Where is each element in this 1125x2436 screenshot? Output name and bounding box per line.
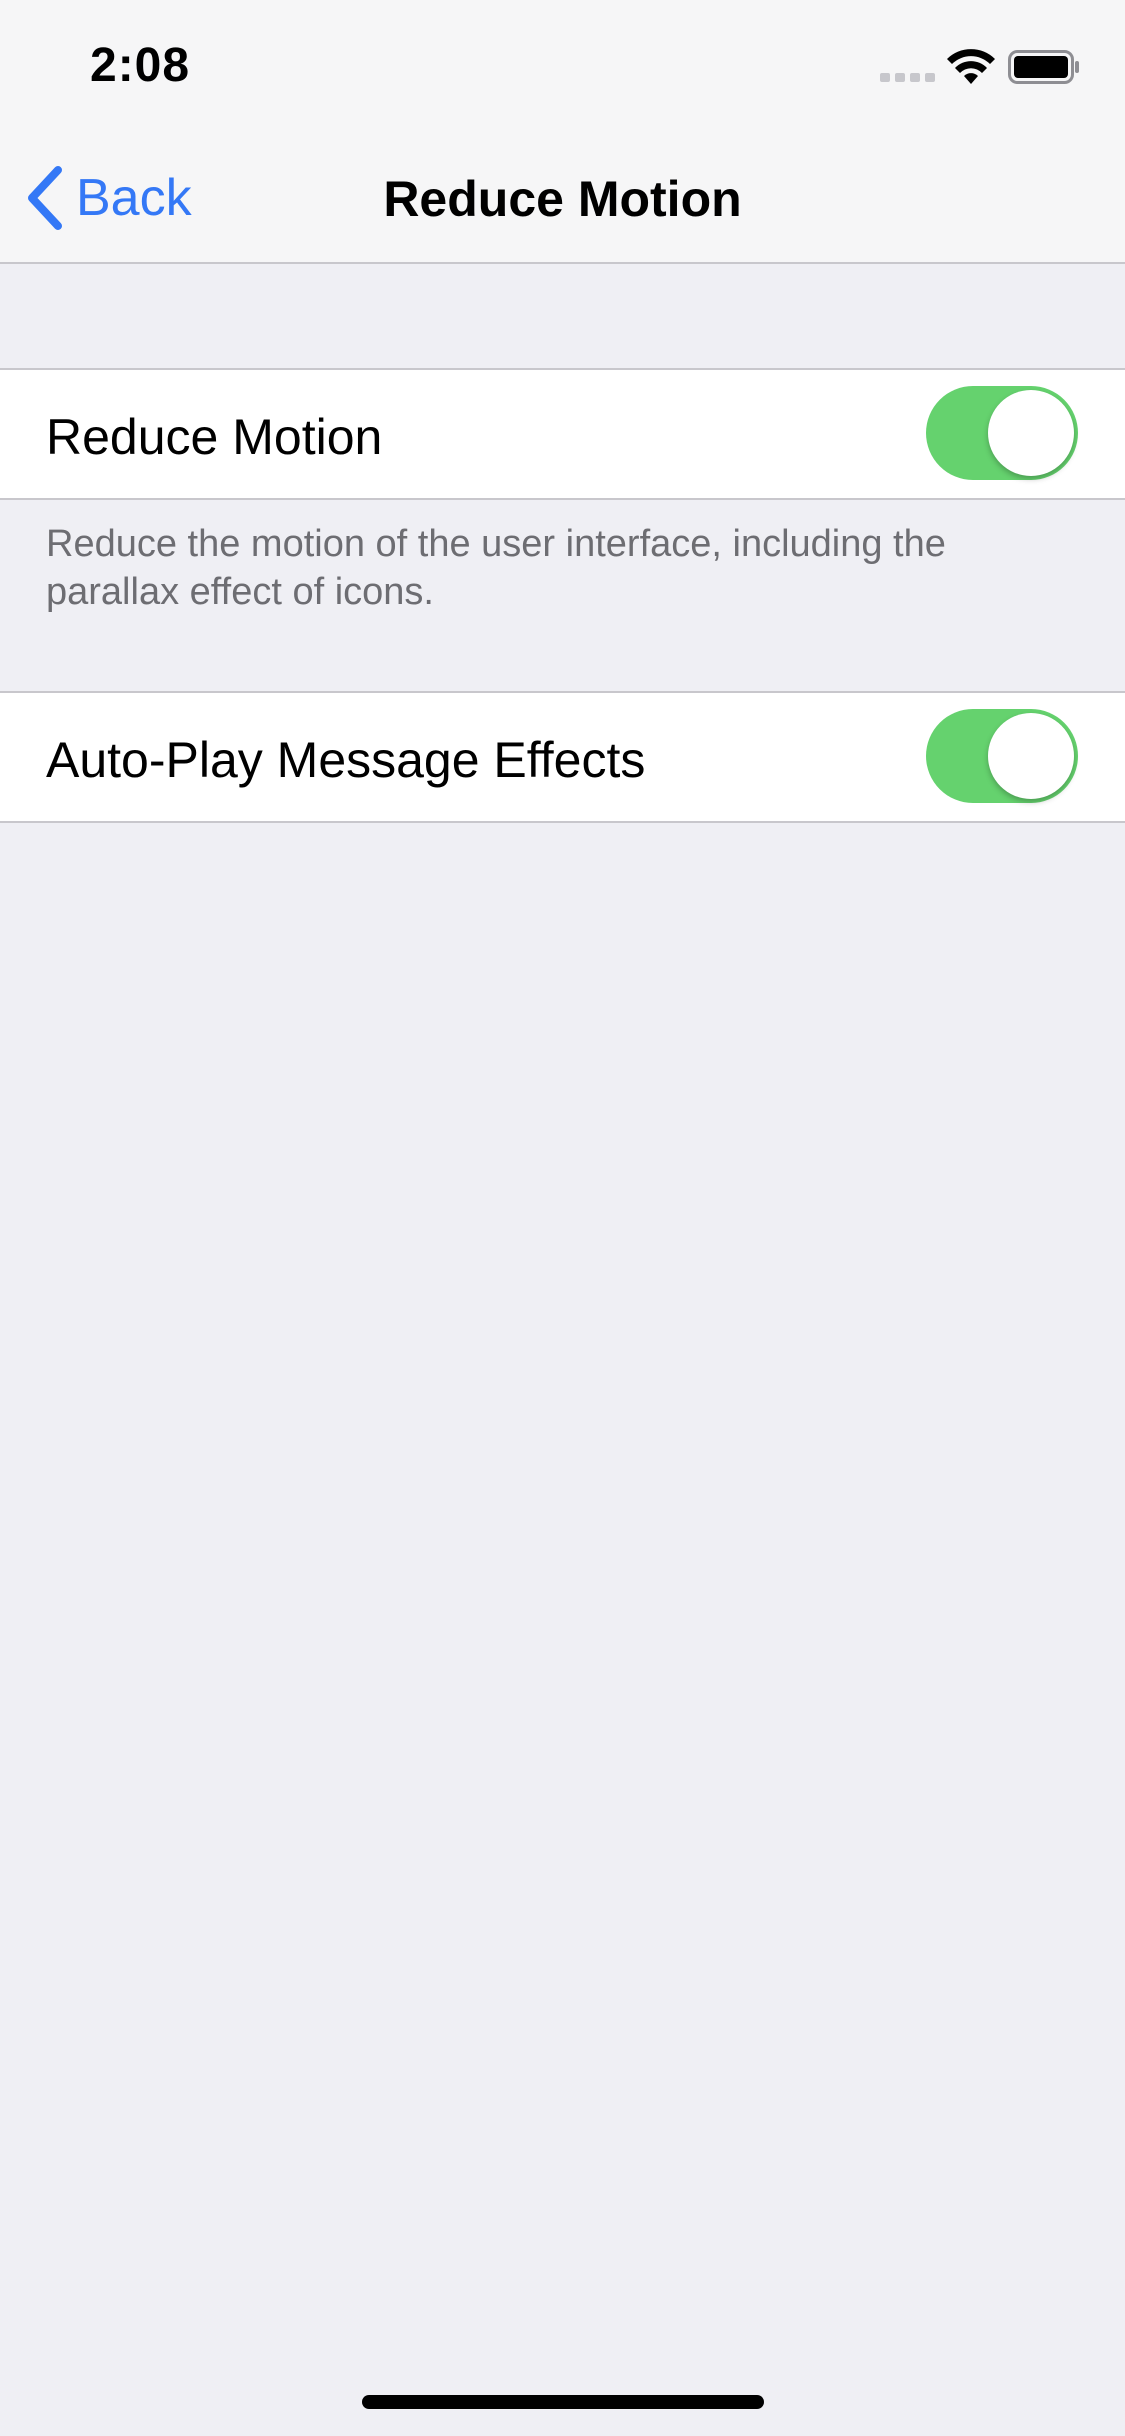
auto-play-effects-row: Auto-Play Message Effects	[0, 691, 1125, 823]
toggle-knob	[988, 390, 1074, 476]
reduce-motion-footer: Reduce the motion of the user interface,…	[46, 523, 946, 613]
page-title: Reduce Motion	[383, 171, 742, 227]
reduce-motion-toggle[interactable]	[926, 386, 1078, 480]
auto-play-effects-label: Auto-Play Message Effects	[46, 732, 646, 788]
home-indicator[interactable]	[362, 2395, 764, 2409]
status-bar: 2:08	[0, 0, 1125, 132]
battery-icon	[1008, 50, 1079, 84]
navigation-bar: Back Reduce Motion	[0, 132, 1125, 264]
toggle-knob	[988, 713, 1074, 799]
wifi-icon	[947, 49, 995, 84]
reduce-motion-row: Reduce Motion	[0, 368, 1125, 500]
reduce-motion-label: Reduce Motion	[46, 409, 383, 465]
status-time: 2:08	[90, 39, 191, 92]
signal-icon	[880, 73, 935, 82]
auto-play-effects-toggle[interactable]	[926, 709, 1078, 803]
